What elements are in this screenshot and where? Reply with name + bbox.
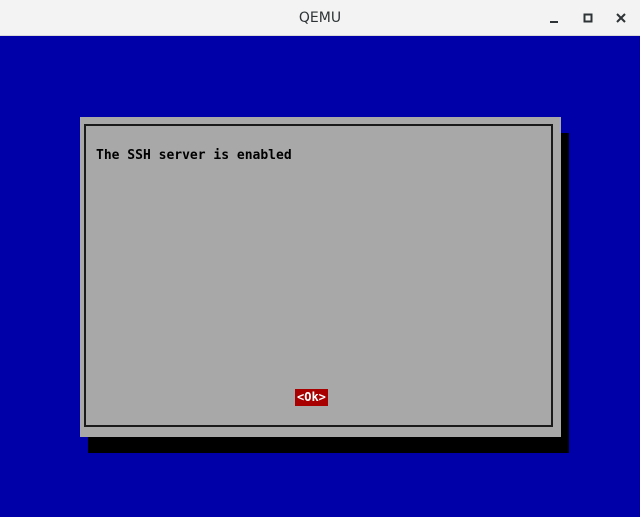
dialog-message: The SSH server is enabled bbox=[96, 148, 292, 163]
minimize-icon bbox=[550, 21, 558, 23]
message-dialog: The SSH server is enabled <Ok> bbox=[80, 117, 561, 437]
ok-button[interactable]: <Ok> bbox=[295, 389, 328, 406]
close-icon bbox=[616, 13, 626, 23]
qemu-window: QEMU The SSH server is enabled <Ok> bbox=[0, 0, 640, 517]
vm-screen[interactable]: The SSH server is enabled <Ok> bbox=[0, 36, 640, 517]
maximize-button[interactable] bbox=[576, 6, 600, 30]
close-button[interactable] bbox=[609, 6, 633, 30]
title-bar[interactable]: QEMU bbox=[0, 0, 640, 36]
minimize-button[interactable] bbox=[542, 6, 566, 30]
dialog-border bbox=[84, 124, 553, 427]
maximize-icon bbox=[583, 13, 593, 23]
